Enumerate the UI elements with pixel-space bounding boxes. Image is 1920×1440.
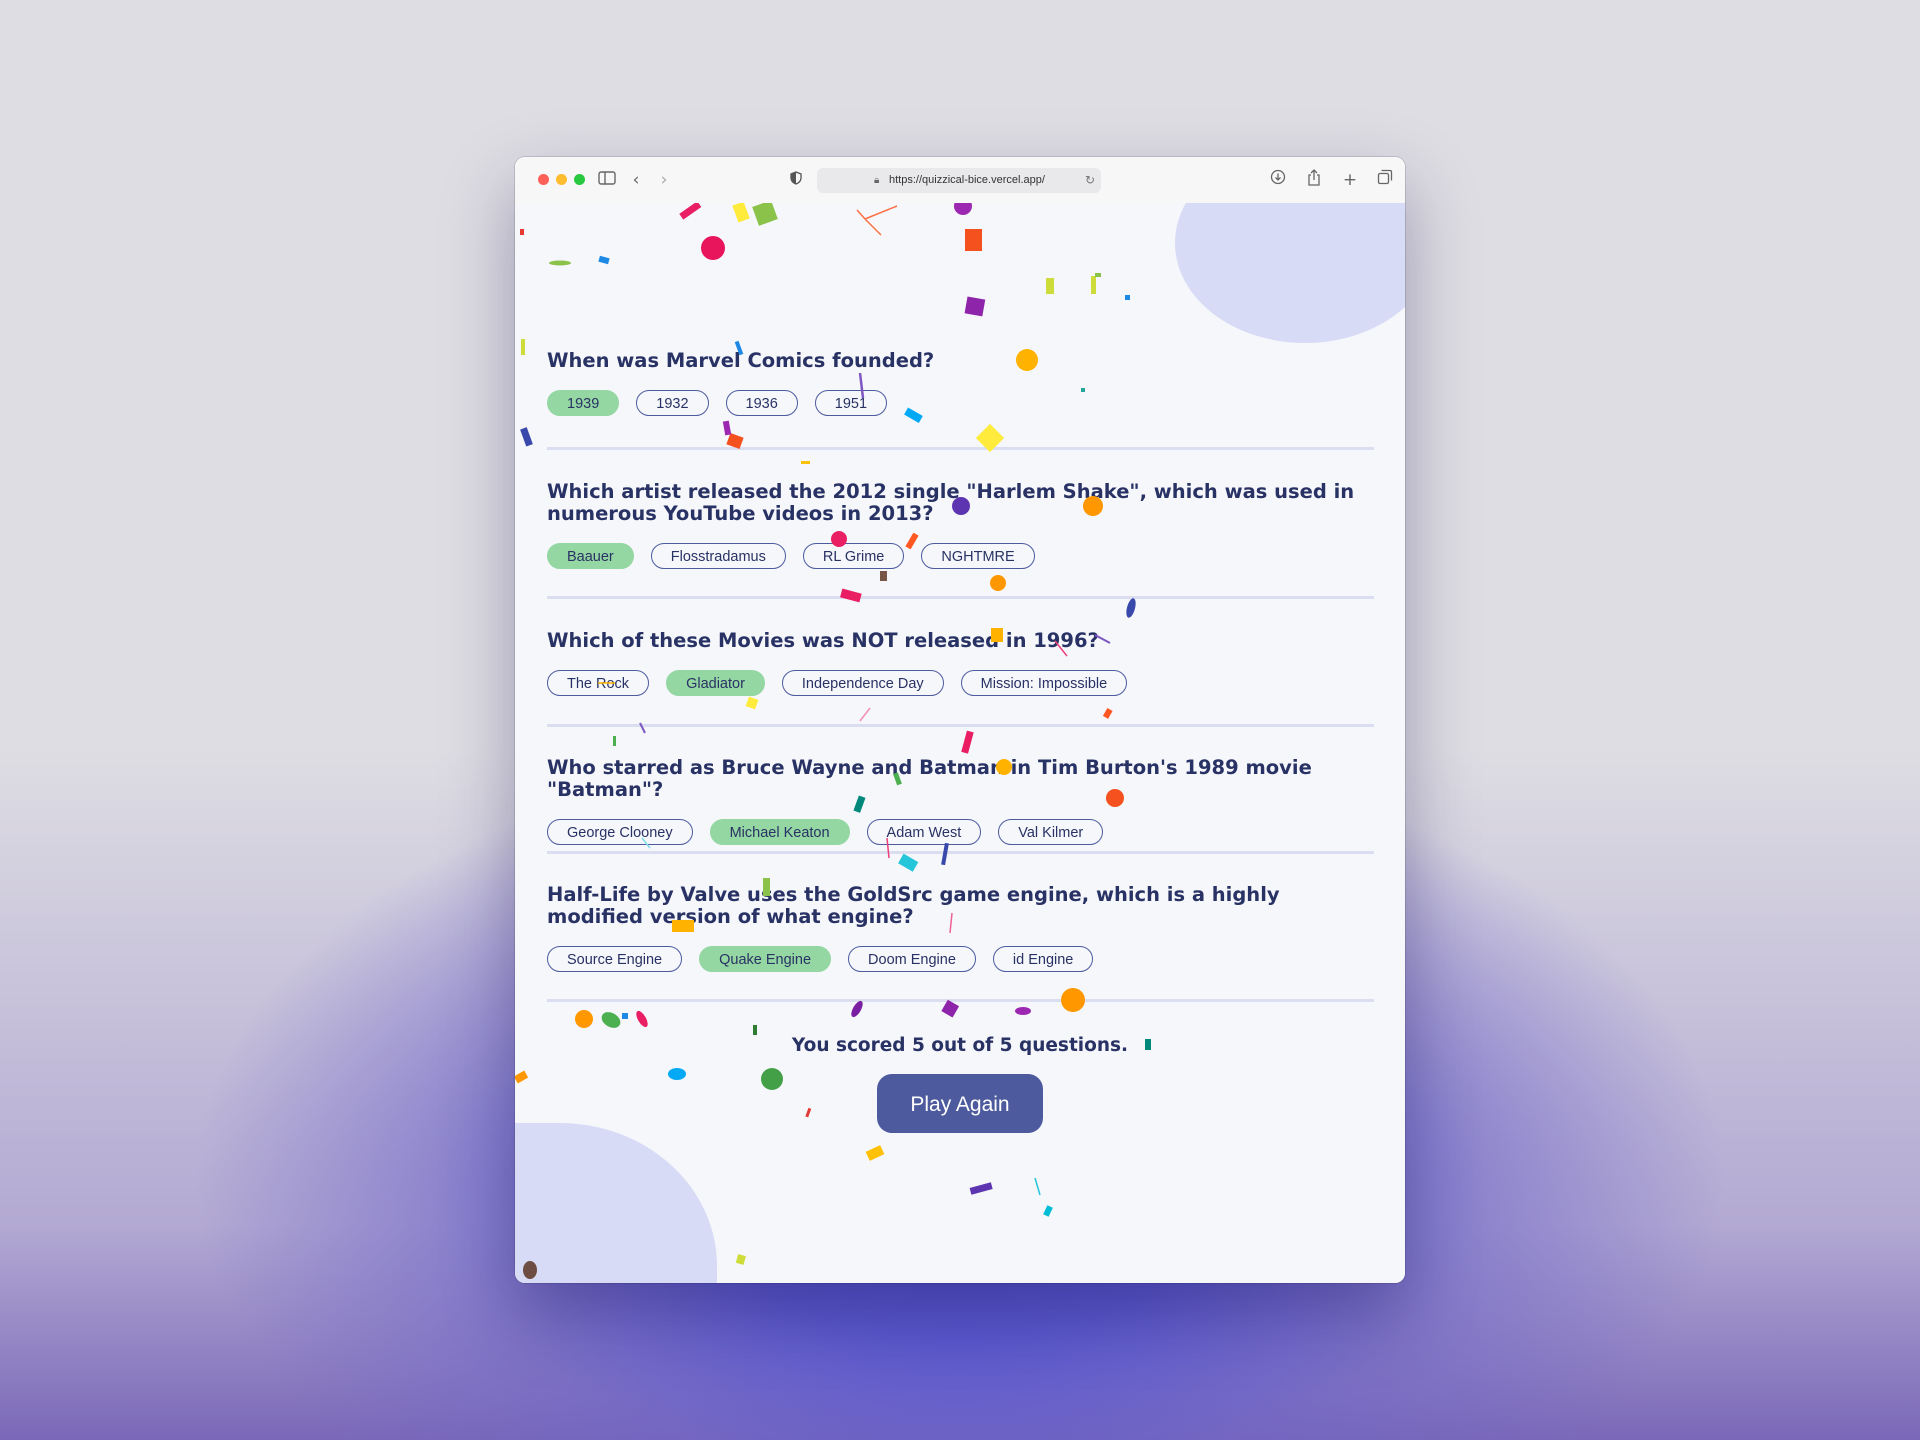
answer-option-selected[interactable]: Michael Keaton: [709, 819, 850, 845]
forward-icon[interactable]: ›: [653, 169, 675, 191]
answer-option[interactable]: 1951: [814, 390, 888, 416]
answer-list: 1939 1932 1936 1951: [547, 390, 1374, 416]
zoom-window-button[interactable]: [574, 174, 585, 185]
minimize-window-button[interactable]: [556, 174, 567, 185]
play-again-button[interactable]: Play Again: [877, 1074, 1043, 1133]
tab-overview-icon[interactable]: [1374, 169, 1396, 191]
answer-list: George Clooney Michael Keaton Adam West …: [547, 819, 1374, 845]
question-block: Half-Life by Valve uses the GoldSrc game…: [547, 884, 1374, 1002]
question-text: Which of these Movies was NOT released i…: [547, 629, 1099, 652]
decorative-blob-top-right: [1175, 203, 1405, 343]
question-text: Who starred as Bruce Wayne and Batman in…: [547, 756, 1312, 801]
question-text: Which artist released the 2012 single "H…: [547, 480, 1355, 525]
question-block: Which of these Movies was NOT released i…: [547, 630, 1374, 727]
answer-option-selected[interactable]: Baauer: [547, 543, 634, 569]
answer-list: Baauer Flosstradamus RL Grime NGHTMRE: [547, 543, 1374, 569]
answer-option-selected[interactable]: Gladiator: [666, 670, 765, 696]
answer-option-selected[interactable]: 1939: [547, 390, 620, 416]
address-bar[interactable]: 🔒︎ https://quizzical-bice.vercel.app/ ↻: [817, 168, 1101, 193]
answer-option[interactable]: 1936: [725, 390, 798, 416]
answer-option[interactable]: NGHTMRE: [921, 543, 1035, 569]
question-block: When was Marvel Comics founded? 1939 193…: [547, 350, 1374, 450]
answer-option[interactable]: Doom Engine: [848, 946, 976, 972]
address-url: https://quizzical-bice.vercel.app/: [889, 174, 1045, 186]
answer-option[interactable]: 1932: [636, 390, 709, 416]
question-block: Who starred as Bruce Wayne and Batman in…: [547, 757, 1374, 854]
answer-option[interactable]: RL Grime: [802, 543, 905, 569]
answer-option[interactable]: Val Kilmer: [998, 819, 1104, 845]
lock-icon: 🔒︎: [874, 175, 880, 186]
browser-window: ‹ › 🔒︎ https://quizzical-bice.vercel.app…: [515, 157, 1405, 1283]
answer-list: The Rock Gladiator Independence Day Miss…: [547, 670, 1374, 696]
answer-option[interactable]: id Engine: [992, 946, 1094, 972]
privacy-shield-icon[interactable]: [785, 169, 807, 191]
back-icon[interactable]: ‹: [625, 169, 647, 191]
quiz-page: When was Marvel Comics founded? 1939 193…: [515, 203, 1405, 1283]
answer-option[interactable]: Adam West: [866, 819, 982, 845]
answer-option[interactable]: Independence Day: [781, 670, 944, 696]
decorative-blob-bottom-left: [515, 1123, 717, 1283]
browser-toolbar: ‹ › 🔒︎ https://quizzical-bice.vercel.app…: [515, 157, 1405, 204]
close-window-button[interactable]: [538, 174, 549, 185]
answer-option[interactable]: Mission: Impossible: [960, 670, 1128, 696]
answer-option[interactable]: The Rock: [547, 670, 650, 696]
score-text: You scored 5 out of 5 questions.: [791, 1035, 1129, 1056]
sidebar-toggle-icon[interactable]: [596, 169, 618, 191]
question-text: Half-Life by Valve uses the GoldSrc game…: [547, 883, 1280, 928]
answer-list: Source Engine Quake Engine Doom Engine i…: [547, 946, 1374, 972]
answer-option-selected[interactable]: Quake Engine: [699, 946, 832, 972]
new-tab-icon[interactable]: +: [1339, 169, 1361, 191]
answer-option[interactable]: Source Engine: [547, 946, 683, 972]
downloads-icon[interactable]: [1267, 169, 1289, 191]
share-icon[interactable]: [1303, 169, 1325, 191]
question-block: Which artist released the 2012 single "H…: [547, 481, 1374, 599]
question-text: When was Marvel Comics founded?: [547, 349, 935, 372]
answer-option[interactable]: George Clooney: [547, 819, 693, 845]
answer-option[interactable]: Flosstradamus: [650, 543, 786, 569]
reload-icon[interactable]: ↻: [1085, 168, 1095, 193]
